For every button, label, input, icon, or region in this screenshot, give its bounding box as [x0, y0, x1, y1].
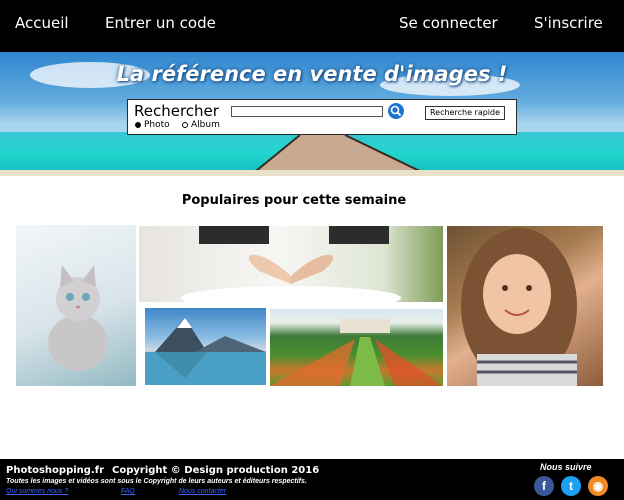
footer-follow-label: Nous suivre [540, 462, 592, 472]
quick-search-button[interactable]: Recherche rapide [425, 106, 505, 120]
garden-illustration [270, 319, 443, 386]
footer-copyright: Copyright © Design production 2016 [112, 465, 320, 476]
radio-unselected-icon [182, 121, 188, 128]
radio-album-label: Album [191, 120, 220, 130]
footer-brand: Photoshopping.fr [6, 465, 105, 476]
twitter-icon[interactable]: t [561, 476, 581, 496]
search-input[interactable] [231, 106, 383, 117]
top-nav: Accueil Entrer un code Se connecter S'in… [0, 0, 624, 52]
kitten-photo[interactable] [16, 225, 136, 386]
popular-section-title: Populaires pour cette semaine [181, 193, 407, 208]
footer-copyright-notice: Toutes les images et vidéos sont sous le… [6, 478, 307, 485]
radio-album[interactable]: Album [182, 120, 220, 130]
footer-link-faq[interactable]: FAQ [121, 488, 135, 495]
footer-link-contact[interactable]: Nous contacter [179, 488, 226, 495]
facebook-icon[interactable]: f [534, 476, 554, 496]
search-button[interactable] [388, 103, 404, 119]
wedding-hands-photo[interactable] [139, 226, 443, 302]
search-label: Rechercher [134, 102, 219, 120]
radio-photo-label: Photo [144, 120, 170, 130]
wedding-hands-illustration [181, 226, 401, 302]
smiling-girl-photo[interactable] [447, 226, 603, 386]
radio-selected-icon [135, 121, 141, 128]
search-panel: Rechercher Recherche rapide Photo Album [127, 99, 517, 135]
kitten-illustration [48, 265, 108, 371]
girl-portrait-illustration [461, 228, 577, 386]
nav-signup-link[interactable]: S'inscrire [534, 14, 603, 32]
footer-link-about[interactable]: Qui sommes nous ? [6, 488, 68, 495]
rss-icon[interactable]: ◉ [588, 476, 608, 496]
hero-sand [0, 170, 624, 176]
flower-garden-photo[interactable] [270, 309, 443, 386]
nav-home-link[interactable]: Accueil [15, 14, 69, 32]
hero-title: La référence en vente d'images ! [116, 62, 508, 86]
nav-enter-code-link[interactable]: Entrer un code [105, 14, 216, 32]
search-icon [390, 105, 402, 117]
mountain-illustration [145, 318, 266, 385]
footer: Photoshopping.fr Copyright © Design prod… [0, 459, 624, 500]
mountain-lake-photo[interactable] [145, 308, 266, 385]
radio-photo[interactable]: Photo [135, 120, 170, 130]
nav-login-link[interactable]: Se connecter [399, 14, 498, 32]
